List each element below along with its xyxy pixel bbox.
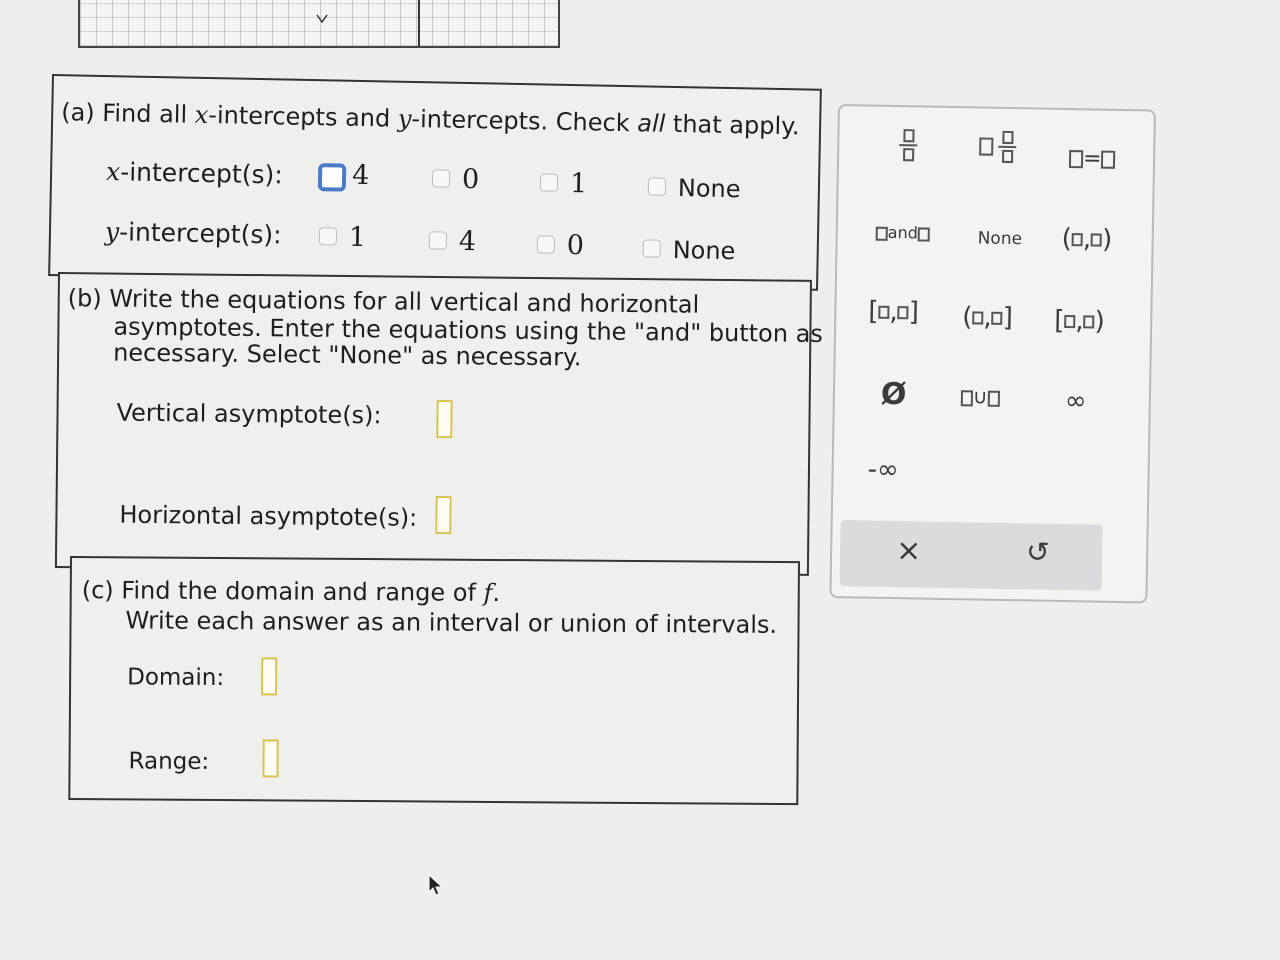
part-c-panel: (c) Find the domain and range of f. Writ… [68,556,800,806]
empty-set-button[interactable]: Ø [881,377,907,412]
infinity-button[interactable]: ∞ [1065,386,1087,416]
x-intercept-label: x-intercept(s): [105,157,283,190]
range-label: Range: [128,748,210,775]
x-intercept-checkbox-none[interactable] [647,177,667,196]
mixed-number-button[interactable] [979,130,1017,164]
math-palette: = and None (,) [,] (,] [,) Ø ∪ ∞ -∞ × ↺ [829,104,1156,604]
y-intercept-option-none: None [672,235,736,266]
equals-button[interactable]: = [1068,146,1116,172]
y-intercept-option-1: 1 [348,221,367,254]
palette-footer: × ↺ [839,520,1103,591]
clear-button[interactable]: × [896,533,922,568]
negative-infinity-button[interactable]: -∞ [867,455,899,486]
closed-interval-button[interactable]: [,] [868,297,919,328]
arrow-down-icon [316,14,328,24]
x-intercept-option-none: None [677,174,741,204]
left-open-interval-icon: (,] [962,302,1014,334]
part-a-panel: (a) Find all x-intercepts and y-intercep… [48,74,822,291]
fraction-icon [899,129,918,162]
mixed-number-icon [979,137,994,156]
part-a-prompt: (a) Find all x-intercepts and y-intercep… [60,98,800,141]
vertical-asymptote-label: Vertical asymptote(s): [116,398,382,430]
mouse-cursor-icon [428,874,444,896]
horizontal-asymptote-label: Horizontal asymptote(s): [119,500,418,532]
domain-input[interactable] [261,657,278,696]
x-intercept-checkbox-1[interactable] [539,173,559,192]
part-c-prompt-line1: (c) Find the domain and range of f. [81,576,501,608]
x-intercept-option-1: 1 [569,167,588,200]
horizontal-asymptote-input[interactable] [435,495,452,535]
x-intercept-option-4: 4 [351,159,370,192]
left-open-interval-button[interactable]: (,] [962,302,1013,333]
vertical-asymptote-input[interactable] [436,399,453,439]
y-intercept-checkbox-4[interactable] [428,231,448,250]
right-open-interval-button[interactable]: [,) [1054,306,1105,337]
part-b-prompt-line3: necessary. Select "None" as necessary. [113,338,582,372]
graph-fragment [78,0,560,48]
x-intercept-checkbox-0[interactable] [431,169,451,188]
y-intercept-label: y-intercept(s): [104,217,282,250]
y-intercept-checkbox-0[interactable] [536,235,555,254]
y-intercept-checkbox-none[interactable] [642,239,661,258]
undo-button[interactable]: ↺ [1026,535,1050,568]
right-open-interval-icon: [,) [1053,305,1106,337]
y-intercept-checkbox-1[interactable] [318,227,338,246]
range-input[interactable] [262,739,279,778]
graph-axis [418,0,420,46]
part-b-panel: (b) Write the equations for all vertical… [54,272,823,576]
y-intercept-option-0: 0 [566,229,585,262]
none-button[interactable]: None [978,228,1023,249]
equals-sign: = [1082,146,1102,172]
part-c-prompt-line2: Write each answer as an interval or unio… [125,606,778,639]
fraction-button[interactable] [899,129,918,162]
union-icon: ∪ [972,384,988,409]
union-button[interactable]: ∪ [960,384,1000,409]
closed-interval-icon: [,] [868,296,920,328]
open-interval-button[interactable]: (,) [1061,224,1112,255]
x-intercept-option-0: 0 [461,163,480,196]
y-intercept-option-4: 4 [458,225,477,258]
x-intercept-checkbox-4[interactable] [317,163,347,192]
and-button[interactable]: and [875,222,930,243]
and-label: and [887,222,919,243]
open-interval-icon: (,) [1061,223,1113,255]
domain-label: Domain: [127,664,225,692]
